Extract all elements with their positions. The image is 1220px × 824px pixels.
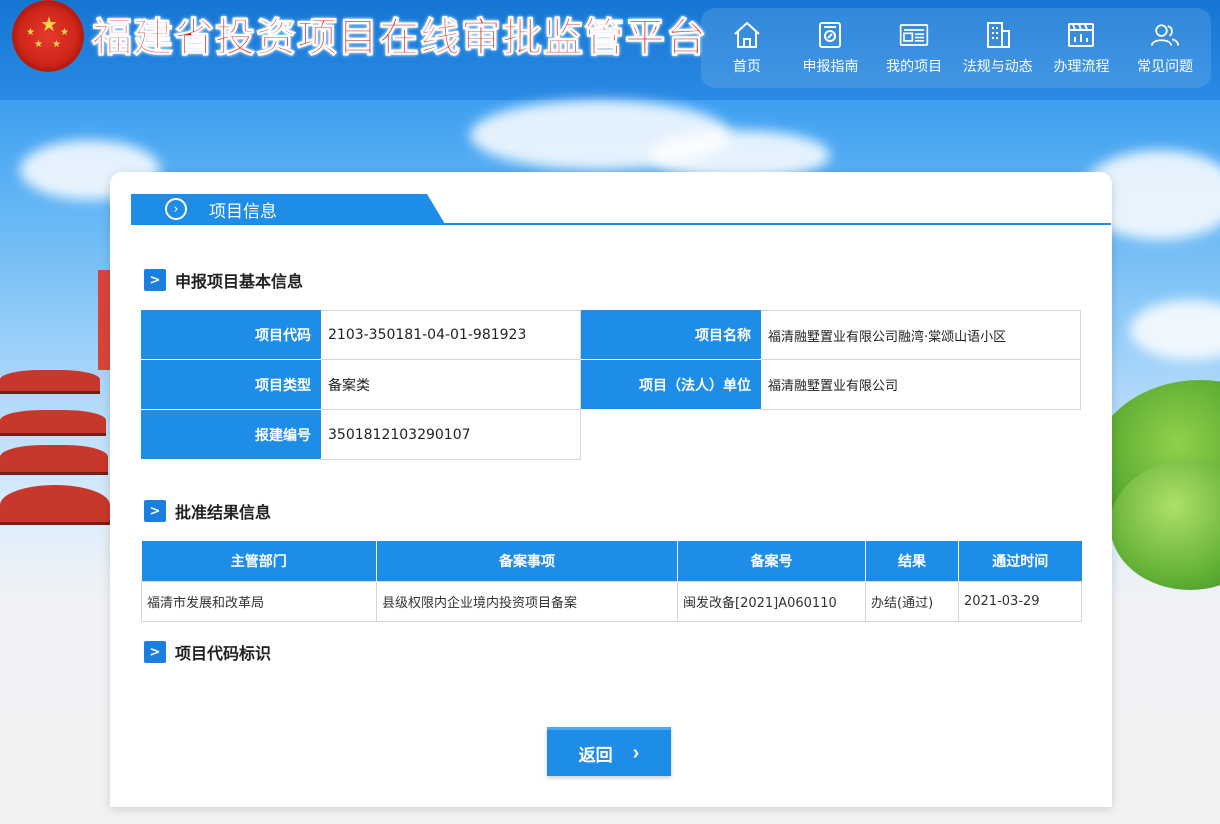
report-number-value: 3501812103290107 — [321, 410, 581, 460]
col-header-pass-time: 通过时间 — [958, 541, 1082, 581]
col-header-result: 结果 — [865, 541, 959, 581]
project-code-value: 2103-350181-04-01-981923 — [321, 310, 581, 360]
guide-icon — [819, 22, 842, 48]
main-nav: 首页 申报指南 我的项目 法规与动态 办理流程 常见问题 — [701, 8, 1211, 88]
section-basic-info: > 申报项目基本信息 — [144, 268, 303, 292]
nav-guide-label: 申报指南 — [802, 59, 859, 75]
chevron-circle-icon: › — [165, 198, 187, 220]
project-type-value: 备案类 — [321, 360, 581, 410]
cell-pass-time: 2021-03-29 — [958, 580, 1082, 622]
info-row: 项目类型 备案类 项目（法人）单位 福清融墅置业有限公司 — [141, 360, 1081, 410]
nav-my-project[interactable]: 我的项目 — [873, 8, 955, 88]
project-unit-value: 福清融墅置业有限公司 — [761, 360, 1081, 410]
section-project-code: > 项目代码标识 — [144, 640, 271, 664]
section-title: 申报项目基本信息 — [175, 272, 304, 291]
back-button[interactable]: 返回 › — [547, 727, 671, 776]
tab-project-info[interactable]: › 项目信息 — [131, 194, 445, 224]
nav-home[interactable]: 首页 — [706, 8, 788, 88]
site-title: 福建省投资项目在线审批监管平台 — [92, 15, 707, 62]
project-name-value: 福清融墅置业有限公司融湾·棠颂山语小区 — [761, 310, 1081, 360]
project-icon — [899, 24, 929, 46]
nav-home-label: 首页 — [732, 59, 761, 75]
nav-guide[interactable]: 申报指南 — [789, 8, 871, 88]
chevron-right-icon: > — [144, 500, 166, 522]
cell-item: 县级权限内企业境内投资项目备案 — [376, 580, 678, 622]
nav-regulations-label: 法规与动态 — [962, 59, 1033, 75]
nav-process-label: 办理流程 — [1053, 59, 1110, 75]
project-unit-label: 项目（法人）单位 — [581, 360, 761, 410]
project-name-label: 项目名称 — [581, 310, 761, 360]
building-icon — [986, 22, 1010, 48]
chevron-right-icon: > — [144, 641, 166, 663]
col-header-department: 主管部门 — [141, 541, 377, 581]
info-row: 项目代码 2103-350181-04-01-981923 项目名称 福清融墅置… — [141, 310, 1081, 360]
project-code-label: 项目代码 — [141, 310, 321, 360]
nav-process[interactable]: 办理流程 — [1040, 8, 1122, 88]
cell-record-number: 闽发改备[2021]A060110 — [677, 580, 866, 622]
nav-faq-label: 常见问题 — [1137, 59, 1194, 75]
project-info-card: › 项目信息 > 申报项目基本信息 项目代码 2103-350181-04-01… — [110, 172, 1112, 807]
section-title: 批准结果信息 — [175, 503, 272, 522]
chevron-right-icon: › — [632, 741, 640, 764]
nav-regulations[interactable]: 法规与动态 — [957, 8, 1039, 88]
col-header-record-number: 备案号 — [677, 541, 866, 581]
users-icon — [1150, 24, 1180, 46]
flow-icon — [1068, 23, 1095, 47]
section-approval: > 批准结果信息 — [144, 499, 271, 523]
back-button-label: 返回 — [578, 745, 613, 765]
table-row: 福清市发展和改革局 县级权限内企业境内投资项目备案 闽发改备[2021]A060… — [141, 580, 1082, 622]
project-type-label: 项目类型 — [141, 360, 321, 410]
tab-label: 项目信息 — [209, 201, 277, 222]
col-header-item: 备案事项 — [376, 541, 678, 581]
table-header-row: 主管部门 备案事项 备案号 结果 通过时间 — [141, 541, 1082, 581]
cell-department: 福清市发展和改革局 — [141, 580, 377, 622]
national-emblem-logo: ★ ★ ★ ★ ★ — [12, 0, 84, 72]
chevron-right-icon: > — [144, 269, 166, 291]
home-icon — [734, 21, 760, 48]
tab-underline — [131, 223, 1111, 225]
approval-table: 主管部门 备案事项 备案号 结果 通过时间 福清市发展和改革局 县级权限内企业境… — [141, 541, 1082, 622]
info-row: 报建编号 3501812103290107 — [141, 410, 1081, 460]
pagoda-decoration — [0, 270, 112, 570]
nav-my-project-label: 我的项目 — [886, 59, 943, 75]
cell-result: 办结(通过) — [865, 580, 959, 622]
nav-faq[interactable]: 常见问题 — [1124, 8, 1206, 88]
report-number-label: 报建编号 — [141, 410, 321, 460]
basic-info-table: 项目代码 2103-350181-04-01-981923 项目名称 福清融墅置… — [141, 310, 1081, 460]
section-title: 项目代码标识 — [175, 644, 272, 663]
